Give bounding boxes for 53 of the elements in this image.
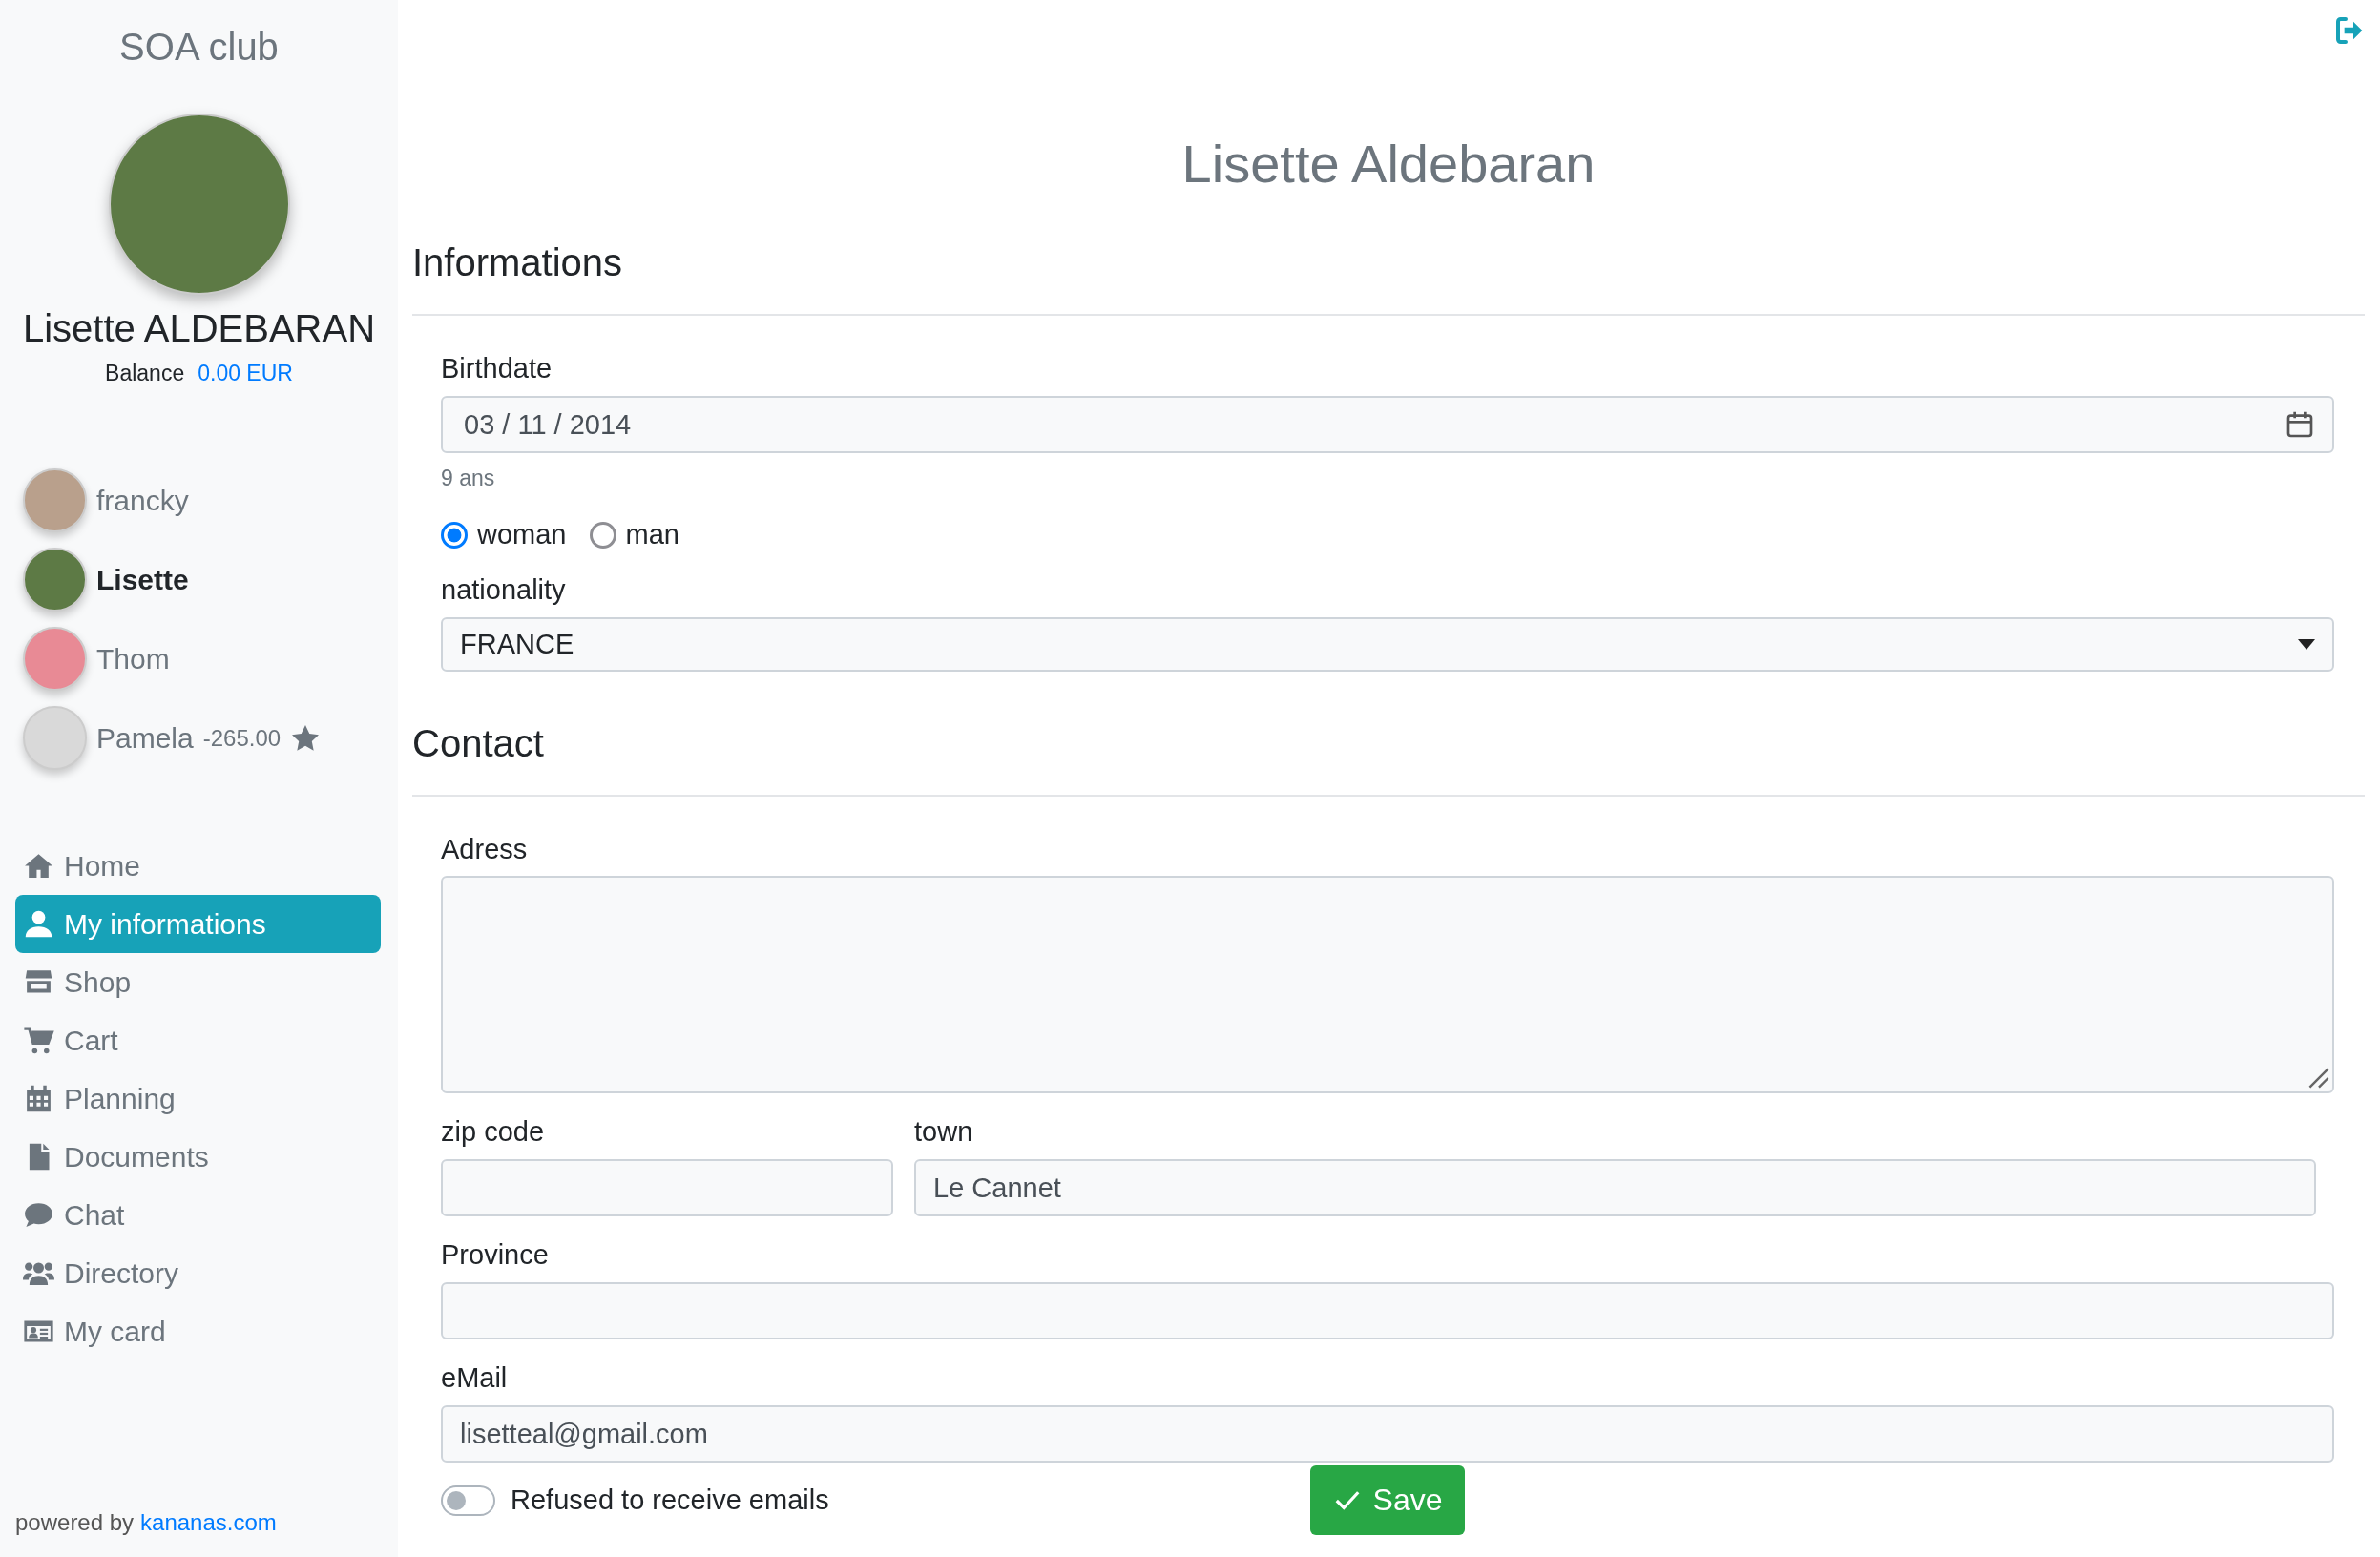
toggle-switch[interactable] xyxy=(441,1484,495,1516)
nav-item[interactable]: Cart xyxy=(15,1011,381,1069)
member-name[interactable]: francky xyxy=(96,484,189,517)
field-label: Province xyxy=(441,1238,550,1272)
nav-item[interactable]: Directory xyxy=(15,1244,381,1302)
radio-button[interactable] xyxy=(589,521,616,549)
nav-item[interactable]: Chat xyxy=(15,1186,381,1244)
member-avatar[interactable] xyxy=(23,468,87,532)
zip-code-field[interactable] xyxy=(441,1159,893,1216)
toggle-label[interactable]: Refused to receive emails xyxy=(511,1484,829,1516)
radio-label[interactable]: man xyxy=(625,518,679,551)
member-name[interactable]: Lisette xyxy=(96,563,189,596)
nav-item[interactable]: My informations xyxy=(15,895,381,953)
field-label: Birthdate xyxy=(441,352,553,385)
email-field[interactable]: lisetteal@gmail.com xyxy=(441,1405,2334,1463)
calendar-icon[interactable] xyxy=(2285,409,2315,440)
nationality-dropdown[interactable]: FRANCE xyxy=(441,617,2334,672)
section-heading: Informations xyxy=(412,240,624,285)
member-avatar[interactable] xyxy=(23,548,87,612)
province-field[interactable] xyxy=(441,1282,2334,1339)
powered-by-text: powered by xyxy=(15,1509,135,1536)
age-text: 9 ans xyxy=(441,465,496,491)
field-label: Adress xyxy=(441,833,529,866)
user-icon xyxy=(23,908,54,940)
field-label: eMail xyxy=(441,1361,509,1395)
balance-label: Balance xyxy=(105,361,185,386)
nav-item[interactable]: Shop xyxy=(15,953,381,1011)
save-button[interactable]: Save xyxy=(1309,1465,1466,1535)
page-title: Lisette Aldebaran xyxy=(1180,133,1597,196)
field-label: zip code xyxy=(441,1115,545,1149)
town-field[interactable]: Le Cannet xyxy=(914,1159,2316,1216)
nav-item[interactable]: Planning xyxy=(15,1069,381,1128)
nav-item[interactable]: My card xyxy=(15,1302,381,1360)
member-avatar[interactable] xyxy=(23,627,87,691)
member-name[interactable]: Pamela xyxy=(96,721,194,755)
club-name: SOA club xyxy=(118,25,280,70)
section-heading: Contact xyxy=(412,721,545,766)
radio-button[interactable] xyxy=(441,521,468,549)
balance-value: 0.00 EUR xyxy=(198,361,293,386)
field-label: nationality xyxy=(441,573,567,607)
caret-icon xyxy=(2298,639,2315,650)
profile-name: Lisette ALDEBARAN xyxy=(21,306,377,351)
nav-item[interactable]: Home xyxy=(15,837,381,895)
nav-item[interactable]: Documents xyxy=(15,1128,381,1186)
logout-icon[interactable] xyxy=(2334,15,2365,46)
field-label: town xyxy=(914,1115,974,1149)
cart-icon xyxy=(23,1025,54,1056)
member-name[interactable]: Thom xyxy=(96,642,170,675)
date-field[interactable]: 03 / 11 / 2014 xyxy=(441,396,2334,453)
member-balance: -265.00 xyxy=(202,724,282,752)
website-link[interactable]: kananas.com xyxy=(140,1509,277,1536)
radio-label[interactable]: woman xyxy=(477,518,567,551)
resize-handle-icon[interactable] xyxy=(2307,1067,2330,1090)
